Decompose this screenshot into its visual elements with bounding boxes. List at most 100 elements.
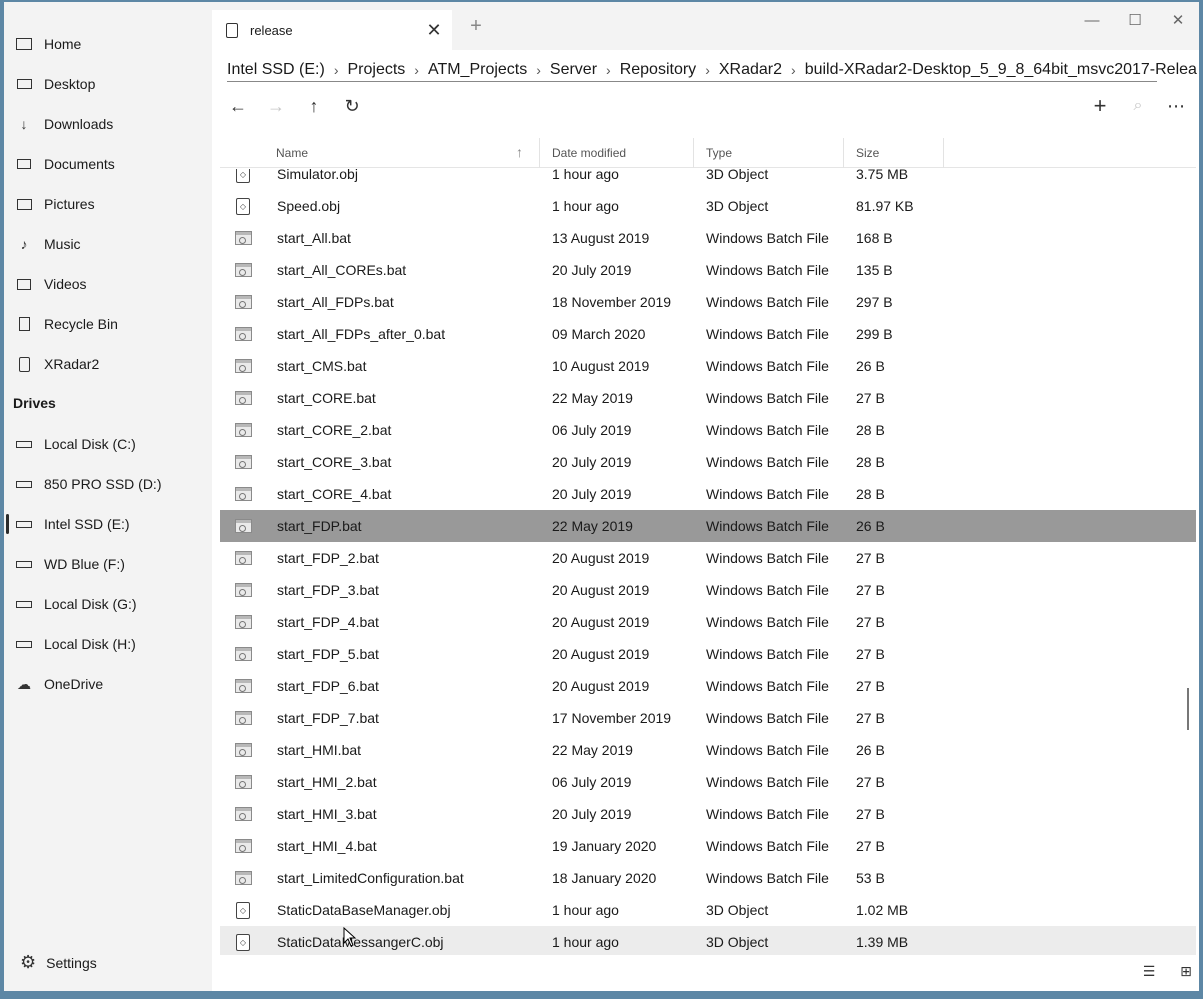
- file-row[interactable]: start_CORE_2.bat 06 July 2019 Windows Batc…: [220, 414, 1196, 446]
- up-button[interactable]: ↑: [298, 92, 330, 120]
- sidebar-item-videos[interactable]: Videos: [4, 264, 205, 304]
- desktop-icon: [15, 75, 33, 93]
- sidebar-item-downloads[interactable]: ↓ Downloads: [4, 104, 205, 144]
- column-name[interactable]: Name: [264, 138, 540, 168]
- sidebar-item-drive-h[interactable]: Local Disk (H:): [4, 624, 205, 664]
- details-view-button[interactable]: ☰: [1138, 960, 1160, 982]
- sidebar-item-drive-d[interactable]: 850 PRO SSD (D:): [4, 464, 205, 504]
- file-row[interactable]: start_All_FDPs_after_0.bat 09 March 2020 W…: [220, 318, 1196, 350]
- file-name: start_FDP_4.bat: [277, 614, 379, 630]
- sidebar-item-xradar2[interactable]: XRadar2: [4, 344, 205, 384]
- file-size: 27 B: [856, 582, 885, 598]
- file-size: 1.02 MB: [856, 902, 909, 918]
- file-row[interactable]: start_HMI_3.bat 20 July 2019 Windows Batch…: [220, 798, 1196, 830]
- file-row[interactable]: start_FDP_6.bat 20 August 2019 Windows Bat…: [220, 670, 1196, 702]
- breadcrumb-item[interactable]: build-XRadar2-Desktop_5_9_8_64bit_msvc20…: [805, 61, 1197, 79]
- file-date: 20 August 2019: [552, 614, 650, 630]
- sidebar-item-recycle-bin[interactable]: Recycle Bin: [4, 304, 205, 344]
- file-date: 20 July 2019: [552, 486, 632, 502]
- file-row[interactable]: start_All_COREs.bat 20 July 2019 Windows B…: [220, 254, 1196, 286]
- file-row[interactable]: start_All.bat 13 August 2019 Windows Batch…: [220, 222, 1196, 254]
- sidebar-item-drive-c[interactable]: Local Disk (C:): [4, 424, 205, 464]
- file-name: start_HMI_2.bat: [277, 774, 377, 790]
- file-row[interactable]: start_FDP_7.bat 17 November 2019 Windows B…: [220, 702, 1196, 734]
- chevron-right-icon: ›: [536, 62, 541, 78]
- 3d-object-file-icon: ◇: [234, 169, 252, 190]
- file-row[interactable]: start_All_FDPs.bat 18 November 2019 Window…: [220, 286, 1196, 318]
- refresh-button[interactable]: ↻: [336, 92, 368, 120]
- sidebar-item-music[interactable]: ♪ Music: [4, 224, 205, 264]
- breadcrumb-item[interactable]: ATM_Projects: [428, 61, 527, 79]
- new-tab-button[interactable]: +: [462, 12, 490, 40]
- file-row[interactable]: start_CORE.bat 22 May 2019 Windows Batch F…: [220, 382, 1196, 414]
- file-size: 27 B: [856, 838, 885, 854]
- breadcrumb-item[interactable]: Repository: [620, 61, 696, 79]
- file-row[interactable]: start_CMS.bat 10 August 2019 Windows Batch…: [220, 350, 1196, 382]
- file-size: 26 B: [856, 518, 885, 534]
- file-row[interactable]: ◇ Speed.obj 1 hour ago 3D Object 81.97 KB: [220, 190, 1196, 222]
- file-date: 09 March 2020: [552, 326, 646, 342]
- sidebar-item-desktop[interactable]: Desktop: [4, 64, 205, 104]
- breadcrumb-item[interactable]: Intel SSD (E:): [227, 61, 325, 79]
- grid-view-button[interactable]: ⊞: [1175, 960, 1197, 982]
- file-date: 22 May 2019: [552, 518, 633, 534]
- file-size: 28 B: [856, 454, 885, 470]
- file-name: start_All_COREs.bat: [277, 262, 407, 278]
- file-row[interactable]: start_CORE_3.bat 20 July 2019 Windows Batc…: [220, 446, 1196, 478]
- column-type[interactable]: Type: [694, 138, 844, 168]
- close-window-button[interactable]: ✕: [1158, 8, 1198, 32]
- file-row[interactable]: start_FDP_5.bat 20 August 2019 Windows Bat…: [220, 638, 1196, 670]
- file-row[interactable]: start_HMI_4.bat 19 January 2020 Windows Ba…: [220, 830, 1196, 862]
- batch-file-icon: [234, 542, 252, 574]
- file-type: Windows Batch File: [706, 582, 829, 598]
- file-type: Windows Batch File: [706, 646, 829, 662]
- file-name: StaticDataMessangerC.obj: [277, 934, 444, 950]
- breadcrumb-item[interactable]: Server: [550, 61, 597, 79]
- 3d-object-file-icon: ◇: [236, 933, 250, 951]
- file-row[interactable]: start_HMI_2.bat 06 July 2019 Windows Batch…: [220, 766, 1196, 798]
- sidebar-item-documents[interactable]: Documents: [4, 144, 205, 184]
- back-button[interactable]: ←: [222, 92, 254, 120]
- minimize-button[interactable]: —: [1072, 8, 1112, 32]
- file-type: Windows Batch File: [706, 422, 829, 438]
- sidebar-item-onedrive[interactable]: ☁ OneDrive: [4, 664, 205, 704]
- chevron-right-icon: ›: [606, 62, 611, 78]
- tab-release[interactable]: release ✕: [212, 10, 452, 50]
- search-button[interactable]: ⌕: [1122, 92, 1154, 120]
- file-type: 3D Object: [706, 198, 769, 214]
- sidebar-item-pictures[interactable]: Pictures: [4, 184, 205, 224]
- scrollbar-thumb[interactable]: [1187, 688, 1189, 730]
- file-row[interactable]: start_CORE_4.bat 20 July 2019 Windows Batc…: [220, 478, 1196, 510]
- file-row[interactable]: start_LimitedConfiguration.bat 18 January…: [220, 862, 1196, 894]
- file-type: 3D Object: [706, 934, 769, 950]
- sidebar-item-home[interactable]: Home: [4, 24, 205, 64]
- column-date[interactable]: Date modified: [540, 138, 694, 168]
- file-row[interactable]: ◇ Simulator.obj 1 hour ago 3D Object 3.75 MB: [220, 169, 1196, 190]
- drive-icon: [15, 475, 33, 493]
- file-row[interactable]: start_FDP_4.bat 20 August 2019 Windows Bat…: [220, 606, 1196, 638]
- sidebar-item-drive-e[interactable]: Intel SSD (E:): [4, 504, 205, 544]
- breadcrumb-item[interactable]: Projects: [347, 61, 405, 79]
- column-size-label: Size: [856, 146, 880, 160]
- sidebar-item-drive-f[interactable]: WD Blue (F:): [4, 544, 205, 584]
- file-date: 22 May 2019: [552, 390, 633, 406]
- forward-button[interactable]: →: [260, 92, 292, 120]
- close-tab-icon[interactable]: ✕: [422, 18, 446, 42]
- file-date: 1 hour ago: [552, 934, 619, 950]
- file-row[interactable]: start_FDP_2.bat 20 August 2019 Windows Bat…: [220, 542, 1196, 574]
- more-options-button[interactable]: ⋯: [1160, 92, 1192, 120]
- file-row[interactable]: start_HMI.bat 22 May 2019 Windows Batch Fi…: [220, 734, 1196, 766]
- pictures-icon: [15, 195, 33, 213]
- maximize-button[interactable]: ☐: [1115, 8, 1155, 32]
- column-size[interactable]: Size: [844, 138, 944, 168]
- batch-file-icon: [234, 519, 252, 533]
- add-button[interactable]: +: [1084, 92, 1116, 120]
- file-row[interactable]: start_FDP_3.bat 20 August 2019 Windows Bat…: [220, 574, 1196, 606]
- file-row[interactable]: ◇ StaticDataMessangerC.obj 1 hour ago 3D Ob…: [220, 926, 1196, 955]
- sidebar-item-drive-g[interactable]: Local Disk (G:): [4, 584, 205, 624]
- breadcrumb-item[interactable]: XRadar2: [719, 61, 782, 79]
- settings-button[interactable]: ⚙ Settings: [20, 952, 97, 973]
- file-row[interactable]: ◇ StaticDataBaseManager.obj 1 hour ago 3D O…: [220, 894, 1196, 926]
- recycle-bin-icon: [15, 315, 33, 333]
- file-row[interactable]: start_FDP.bat 22 May 2019 Windows Batch Fi…: [220, 510, 1196, 542]
